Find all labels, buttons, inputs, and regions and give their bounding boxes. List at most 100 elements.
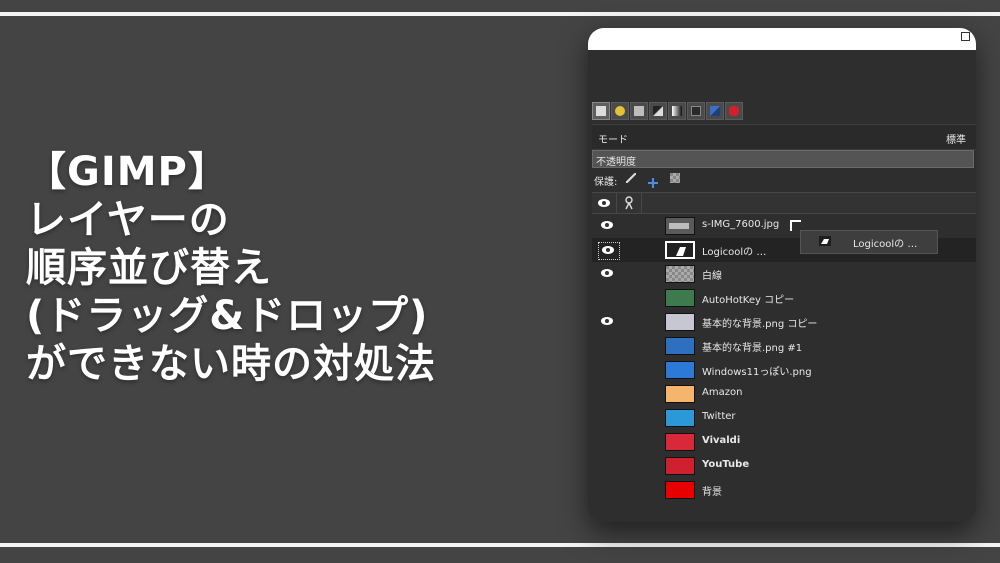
drag-ghost-label: Logicoolの …	[853, 239, 918, 250]
maximize-icon[interactable]	[961, 32, 970, 41]
layers-dock: モード 標準 不透明度 保護: s-IMG_7600.jpg Logicoolの…	[588, 50, 976, 522]
layer-name: YouTube	[702, 459, 750, 470]
lock-row: 保護:	[592, 170, 976, 188]
bottom-stripe	[0, 543, 1000, 547]
chain-column[interactable]	[617, 193, 642, 213]
image-thumb-content	[669, 223, 689, 229]
gimp-layers-window: モード 標準 不透明度 保護: s-IMG_7600.jpg Logicoolの…	[588, 28, 976, 522]
brush-icon	[653, 106, 663, 116]
tab-undo[interactable]	[706, 102, 724, 120]
layer-thumbnail[interactable]	[665, 289, 695, 307]
layer-thumbnail[interactable]	[665, 481, 695, 499]
pattern-icon	[691, 106, 701, 116]
eye-icon	[601, 221, 613, 229]
layers-icon	[596, 106, 606, 116]
layer-visibility-toggle[interactable]	[598, 290, 618, 306]
layer-row[interactable]: 基本的な背景.png #1	[592, 334, 976, 358]
layer-thumbnail[interactable]	[665, 313, 695, 331]
layer-visibility-toggle[interactable]	[598, 266, 618, 282]
eye-icon	[601, 269, 613, 277]
layer-visibility-toggle[interactable]	[598, 242, 620, 260]
lock-alpha-icon[interactable]	[670, 173, 680, 183]
layer-name: Windows11っぽい.png	[702, 367, 812, 378]
tab-tool-options[interactable]	[725, 102, 743, 120]
layer-name: Logicoolの …	[702, 247, 767, 258]
layer-thumbnail[interactable]	[665, 409, 695, 427]
mode-label: モード	[598, 135, 628, 146]
lock-position-icon[interactable]	[648, 173, 658, 188]
eye-icon	[602, 246, 614, 254]
drag-ghost: Logicoolの …	[800, 230, 938, 254]
layer-thumbnail[interactable]	[665, 241, 695, 259]
tab-layers[interactable]	[592, 102, 610, 120]
tab-channels[interactable]	[611, 102, 629, 120]
eraser-icon	[729, 106, 739, 116]
paths-icon	[634, 106, 644, 116]
layer-row[interactable]: 白線	[592, 262, 976, 286]
layer-name: Vivaldi	[702, 435, 741, 446]
layer-name: 基本的な背景.png #1	[702, 343, 803, 354]
tab-gradients[interactable]	[668, 102, 686, 120]
lock-label: 保護:	[594, 177, 618, 188]
layer-thumbnail[interactable]	[665, 265, 695, 283]
channels-icon	[615, 106, 625, 116]
visibility-column[interactable]	[592, 193, 617, 213]
layer-row[interactable]: YouTube	[592, 454, 976, 478]
layer-thumbnail[interactable]	[665, 433, 695, 451]
layer-name: AutoHotKey コピー	[702, 295, 795, 306]
layer-row[interactable]: 背景	[592, 478, 976, 502]
layer-row[interactable]: Twitter	[592, 406, 976, 430]
layer-visibility-toggle[interactable]	[598, 386, 618, 402]
layer-visibility-toggle[interactable]	[598, 314, 618, 330]
layer-visibility-toggle[interactable]	[598, 338, 618, 354]
lock-pixels-icon[interactable]	[626, 173, 636, 183]
layer-thumbnail[interactable]	[665, 361, 695, 379]
tab-paths[interactable]	[630, 102, 648, 120]
layer-name: 基本的な背景.png コピー	[702, 319, 818, 330]
chain-icon	[625, 196, 633, 210]
title-line-3: 順序並び替え	[26, 245, 272, 291]
layer-thumb-icon	[819, 236, 831, 246]
layer-name: Twitter	[702, 411, 736, 422]
title-line-5: ができない時の対処法	[26, 341, 436, 387]
layer-visibility-toggle[interactable]	[598, 434, 618, 450]
layer-name: 背景	[702, 487, 722, 498]
eye-icon	[601, 317, 613, 325]
mode-dropdown[interactable]: 標準	[946, 131, 966, 146]
tab-patterns[interactable]	[687, 102, 705, 120]
layer-visibility-toggle[interactable]	[598, 218, 618, 234]
layer-thumbnail[interactable]	[665, 457, 695, 475]
window-titlebar	[588, 28, 976, 50]
top-stripe	[0, 12, 1000, 16]
gradient-icon	[672, 106, 682, 116]
opacity-slider[interactable]: 不透明度	[592, 150, 974, 168]
mode-row: モード 標準	[592, 124, 976, 150]
tab-brushes[interactable]	[649, 102, 667, 120]
banner-background: 【GIMP】 レイヤーの 順序並び替え (ドラッグ&ドロップ) ができない時の対…	[0, 0, 1000, 563]
layer-name: 白線	[702, 271, 722, 282]
text-layer-icon	[676, 247, 686, 256]
eye-icon	[598, 199, 610, 207]
layer-thumbnail[interactable]	[665, 337, 695, 355]
layers-column-header	[592, 192, 976, 214]
layer-row[interactable]: Amazon	[592, 382, 976, 406]
layer-visibility-toggle[interactable]	[598, 482, 618, 498]
title-line-1: 【GIMP】	[26, 149, 229, 195]
layer-thumbnail[interactable]	[665, 217, 695, 235]
layer-visibility-toggle[interactable]	[598, 458, 618, 474]
opacity-label: 不透明度	[596, 157, 636, 168]
layer-name: Amazon	[702, 387, 743, 398]
layer-name: s-IMG_7600.jpg	[702, 219, 780, 230]
layer-row[interactable]: 基本的な背景.png コピー	[592, 310, 976, 334]
title-line-4: (ドラッグ&ドロップ)	[26, 293, 429, 339]
layer-visibility-toggle[interactable]	[598, 362, 618, 378]
layer-thumbnail[interactable]	[665, 385, 695, 403]
layer-row[interactable]: AutoHotKey コピー	[592, 286, 976, 310]
layer-row[interactable]: Vivaldi	[592, 430, 976, 454]
dock-tabs	[592, 102, 743, 120]
title-line-2: レイヤーの	[26, 197, 230, 243]
layer-row[interactable]: Windows11っぽい.png	[592, 358, 976, 382]
undo-history-icon	[710, 106, 720, 116]
layer-visibility-toggle[interactable]	[598, 410, 618, 426]
article-title: 【GIMP】 レイヤーの 順序並び替え (ドラッグ&ドロップ) ができない時の対…	[26, 148, 586, 388]
